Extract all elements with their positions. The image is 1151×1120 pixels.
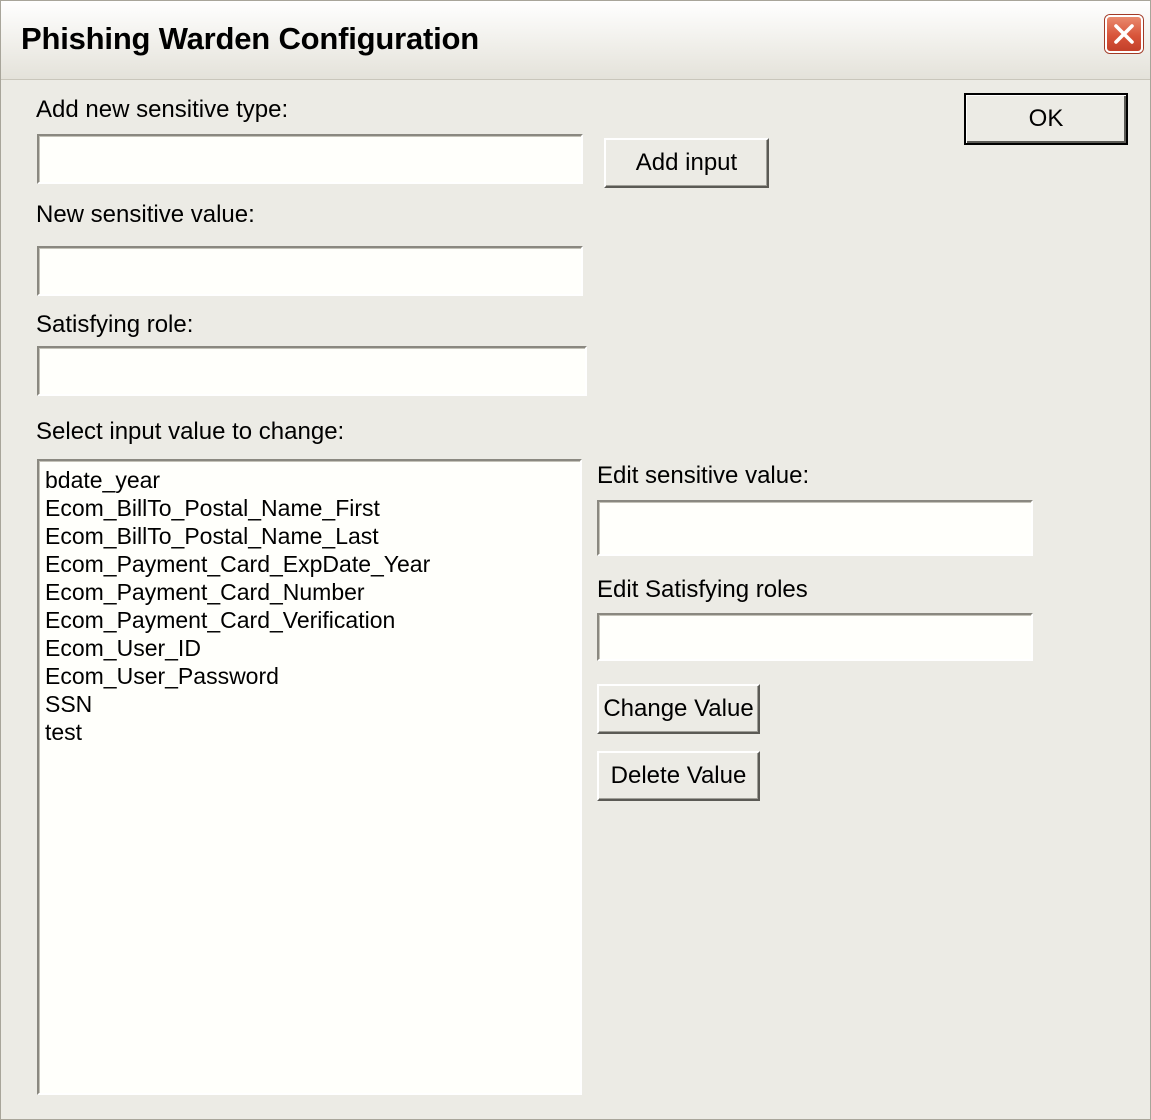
- role-input[interactable]: [37, 346, 587, 396]
- list-item[interactable]: test: [45, 718, 574, 746]
- close-button[interactable]: [1105, 15, 1143, 53]
- edit-roles-label: Edit Satisfying roles: [597, 576, 808, 603]
- delete-value-button[interactable]: Delete Value: [597, 751, 760, 801]
- edit-roles-input[interactable]: [597, 613, 1033, 661]
- change-value-button[interactable]: Change Value: [597, 684, 760, 734]
- config-dialog: Phishing Warden Configuration Add new se…: [0, 0, 1151, 1120]
- list-item[interactable]: Ecom_Payment_Card_ExpDate_Year: [45, 550, 574, 578]
- list-item[interactable]: Ecom_User_Password: [45, 662, 574, 690]
- edit-value-label: Edit sensitive value:: [597, 462, 810, 489]
- role-label: Satisfying role:: [36, 311, 194, 338]
- list-item[interactable]: Ecom_Payment_Card_Number: [45, 578, 574, 606]
- edit-value-input[interactable]: [597, 500, 1033, 556]
- window-title: Phishing Warden Configuration: [21, 21, 480, 56]
- new-value-input[interactable]: [37, 246, 583, 296]
- close-icon: [1114, 24, 1134, 44]
- list-item[interactable]: Ecom_BillTo_Postal_Name_First: [45, 494, 574, 522]
- add-type-input[interactable]: [37, 134, 583, 184]
- add-type-label: Add new sensitive type:: [36, 96, 289, 123]
- input-value-listbox[interactable]: bdate_year Ecom_BillTo_Postal_Name_First E…: [37, 459, 582, 1095]
- list-item[interactable]: Ecom_BillTo_Postal_Name_Last: [45, 522, 574, 550]
- title-bar[interactable]: Phishing Warden Configuration: [1, 1, 1150, 80]
- add-input-button[interactable]: Add input: [604, 138, 769, 188]
- list-item[interactable]: Ecom_Payment_Card_Verification: [45, 606, 574, 634]
- list-item[interactable]: SSN: [45, 690, 574, 718]
- list-item[interactable]: Ecom_User_ID: [45, 634, 574, 662]
- list-label: Select input value to change:: [36, 418, 345, 445]
- new-value-label: New sensitive value:: [36, 201, 255, 228]
- ok-button[interactable]: OK: [964, 93, 1128, 145]
- list-item[interactable]: bdate_year: [45, 466, 574, 494]
